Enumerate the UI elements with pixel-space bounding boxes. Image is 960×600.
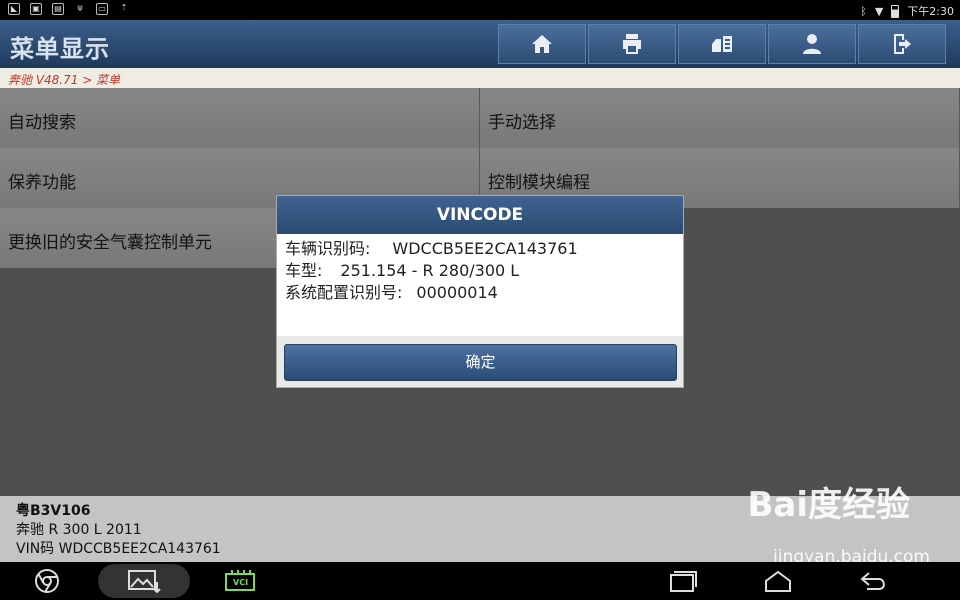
watermark-brand: Bai度经验 <box>747 485 910 525</box>
toolbar <box>498 24 946 64</box>
battery-icon <box>891 4 900 18</box>
bluetooth-icon: ᛒ <box>860 4 867 18</box>
browser-button[interactable] <box>32 566 62 596</box>
back-button[interactable] <box>858 566 890 596</box>
print-icon <box>623 34 641 54</box>
vincode-dialog: VINCODE 车辆识别码: WDCCB5EE2CA143761 车型: 251.1… <box>276 195 684 388</box>
sd-card-icon: ▭ <box>96 3 108 15</box>
baidu-watermark: Bai度经验 jingyan.baidu.com <box>747 488 930 567</box>
dialog-line-config: 系统配置识别号: 00000014 <box>285 282 675 304</box>
exit-button[interactable] <box>858 24 946 64</box>
model-value: 251.154 - R 280/300 L <box>340 261 520 280</box>
status-right: ᛒ ▼ 下午2:30 <box>860 3 954 19</box>
home-icon <box>532 35 552 53</box>
gallery-icon <box>128 570 161 594</box>
recent-apps-button[interactable] <box>666 566 698 596</box>
photo-icon: ▤ <box>52 3 64 15</box>
config-label: 系统配置识别号: <box>285 283 403 302</box>
vci-button[interactable]: VCI <box>224 566 256 596</box>
status-time: 下午2:30 <box>907 5 954 18</box>
home-nav-button[interactable] <box>762 566 794 596</box>
status-bar: ◣ ▣ ▤ ψ ▭ ⇡ ᛒ ▼ 下午2:30 <box>0 0 960 20</box>
dialog-title: VINCODE <box>277 196 683 234</box>
upload-icon: ⇡ <box>120 3 128 12</box>
usb-icon: ψ <box>77 3 83 12</box>
config-value: 00000014 <box>416 283 498 302</box>
image-icon: ▣ <box>30 3 42 15</box>
dialog-line-vin: 车辆识别码: WDCCB5EE2CA143761 <box>285 238 675 260</box>
vehicle-button[interactable] <box>678 24 766 64</box>
app-header: 菜单显示 <box>0 20 960 68</box>
nav-bar: VCI <box>0 562 960 600</box>
vin-value: WDCCB5EE2CA143761 <box>392 239 578 258</box>
vci-label: VCI <box>233 578 249 587</box>
user-icon <box>803 34 821 54</box>
user-button[interactable] <box>768 24 856 64</box>
ok-button[interactable]: 确定 <box>284 344 677 381</box>
notification-icon: ◣ <box>8 3 20 15</box>
print-button[interactable] <box>588 24 676 64</box>
exit-icon <box>894 34 911 54</box>
recent-apps-icon <box>670 571 697 592</box>
vin-label: 车辆识别码: <box>285 239 371 258</box>
gallery-button[interactable] <box>126 566 162 596</box>
page-title: 菜单显示 <box>10 35 110 63</box>
vehicle-icon <box>712 36 732 52</box>
home-button[interactable] <box>498 24 586 64</box>
wifi-icon: ▼ <box>874 4 884 18</box>
back-icon <box>860 572 885 590</box>
breadcrumb: 奔驰 V48.71 > 菜单 <box>0 68 960 88</box>
vehicle-info: 粤B3V106 奔驰 R 300 L 2011 VIN码 WDCCB5EE2CA… <box>0 488 960 567</box>
status-left-icons: ◣ ▣ ▤ ψ ▭ ⇡ <box>8 3 130 15</box>
chrome-icon <box>35 569 59 593</box>
dialog-line-model: 车型: 251.154 - R 280/300 L <box>285 260 675 282</box>
dialog-body: 车辆识别码: WDCCB5EE2CA143761 车型: 251.154 - R 2… <box>277 234 683 336</box>
home-nav-icon <box>765 570 791 592</box>
model-label: 车型: <box>285 261 323 280</box>
